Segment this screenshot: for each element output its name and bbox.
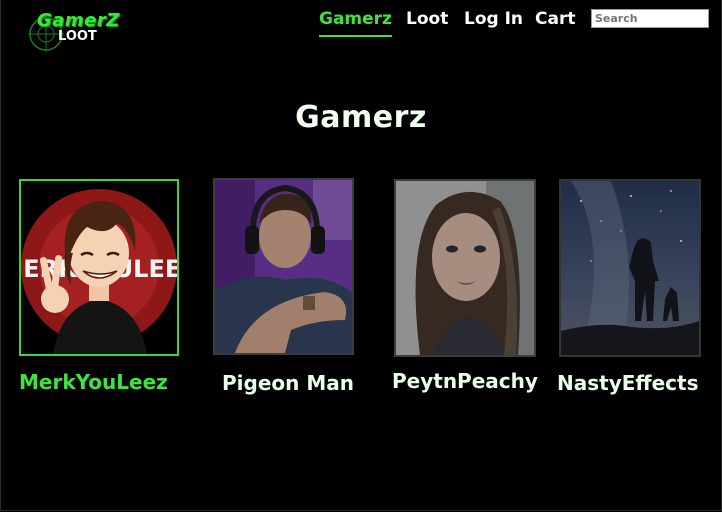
nav-cart[interactable]: Cart: [535, 9, 575, 33]
page-title: Gamerz: [295, 100, 427, 135]
avatar-peytnpeachy: [396, 181, 534, 355]
site-logo[interactable]: GamerZ LOOT: [26, 8, 119, 54]
gamer-name-peytnpeachy[interactable]: PeytnPeachy: [392, 369, 538, 393]
gamer-name-pigeon-man[interactable]: Pigeon Man: [222, 371, 354, 395]
avatar-pigeon-man: [215, 180, 352, 353]
gamer-card-merkyouleez[interactable]: MERKYOULEEZ: [19, 179, 179, 356]
avatar-merkyouleez: MERKYOULEEZ: [21, 181, 177, 354]
logo-top-text: GamerZ: [37, 10, 120, 31]
nav-gamerz[interactable]: Gamerz: [319, 9, 392, 37]
nav-login[interactable]: Log In: [464, 9, 523, 33]
gamer-name-nastyeffects[interactable]: NastyEffects: [557, 371, 698, 395]
nav-loot[interactable]: Loot: [406, 9, 448, 33]
gamer-card-pigeon-man[interactable]: [213, 178, 354, 355]
gamer-card-nastyeffects[interactable]: [559, 179, 701, 357]
gamer-card-peytnpeachy[interactable]: [394, 179, 536, 357]
gamer-name-merkyouleez[interactable]: MerkYouLeez: [19, 370, 168, 394]
logo-bottom-text: LOOT: [58, 29, 97, 44]
search-input[interactable]: [591, 9, 709, 28]
avatar-nastyeffects: [561, 181, 699, 355]
